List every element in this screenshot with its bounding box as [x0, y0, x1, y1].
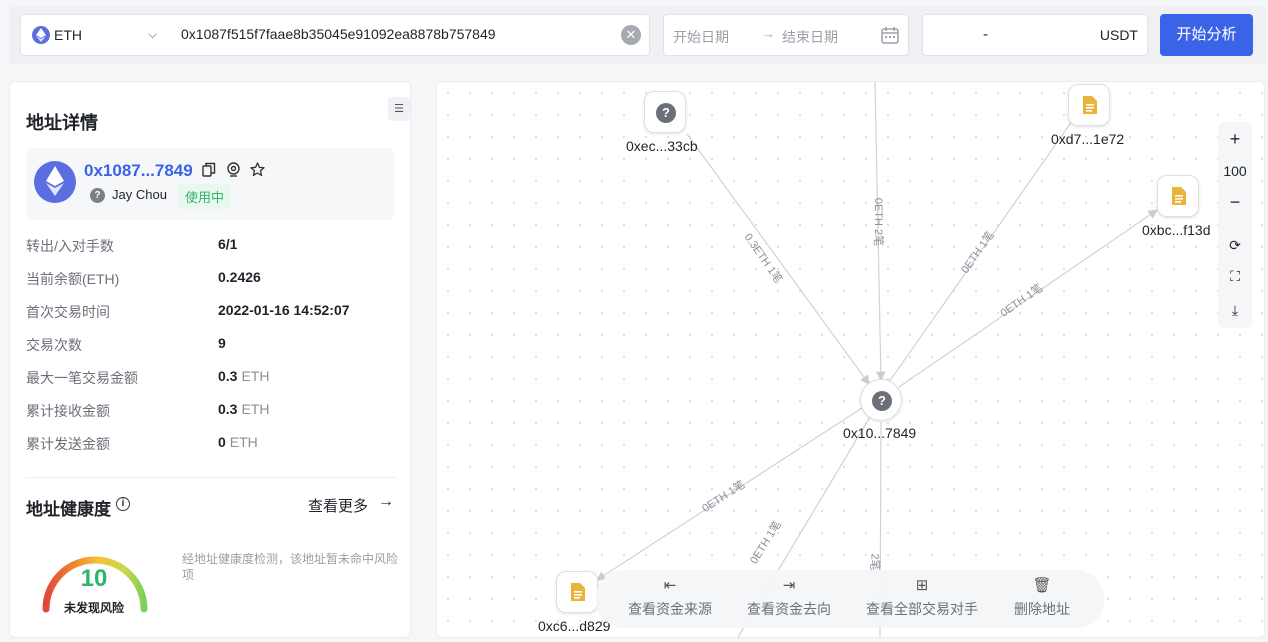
- action-label: 查看资金去向: [747, 601, 831, 617]
- graph-edge: [686, 133, 870, 385]
- amount-unit: USDT: [1099, 27, 1138, 43]
- node-action-bar: ⇤ 查看资金来源 ⇥ 查看资金去向 ⊞ 查看全部交易对手 🗑 删除地址: [596, 570, 1104, 628]
- view-more-link[interactable]: 查看更多: [308, 495, 368, 516]
- watch-icon[interactable]: [226, 162, 241, 180]
- star-icon[interactable]: [250, 162, 265, 180]
- transaction-graph[interactable]: 0.3ETH 1笔 0ETH 2笔 0ETH 1笔 0ETH 1笔 0ETH 1…: [436, 81, 1265, 638]
- view-fund-destination-button[interactable]: ⇥ 查看资金去向: [747, 576, 831, 619]
- info-label: 累计发送金额: [26, 436, 110, 452]
- info-value: 0.3 ETH: [218, 368, 269, 384]
- health-description: 经地址健康度检测，该地址暂未命中风险项: [182, 552, 399, 582]
- date-range-picker[interactable]: 开始日期 → 结束日期: [663, 14, 909, 56]
- zoom-in-icon[interactable]: +: [1218, 129, 1252, 150]
- info-value-number: 6/1: [218, 236, 238, 252]
- zoom-out-icon[interactable]: −: [1218, 192, 1252, 213]
- collapse-panel-icon[interactable]: ☰: [388, 97, 410, 121]
- address-card: 0x1087...7849 ? Jay Chou 使用中: [26, 148, 394, 220]
- health-title: 地址健康度: [26, 500, 111, 519]
- graph-node-contract[interactable]: [1157, 175, 1199, 217]
- outflow-icon: ⇥: [782, 577, 796, 594]
- panel-title: 地址详情: [26, 113, 98, 133]
- eth-icon: [32, 26, 50, 44]
- info-value: 9: [218, 335, 226, 351]
- info-value-number: 2022-01-16 14:52:07: [218, 302, 350, 318]
- node-label[interactable]: 0x10...7849: [843, 425, 916, 441]
- action-label: 删除地址: [1014, 601, 1070, 617]
- graph-node-contract[interactable]: [556, 571, 598, 613]
- info-value-number: 0.3: [218, 368, 238, 384]
- info-value-number: 0.3: [218, 401, 238, 417]
- graph-node-unknown[interactable]: ?: [644, 91, 686, 133]
- node-label[interactable]: 0xd7...1e72: [1051, 131, 1124, 147]
- graph-node-center[interactable]: ?: [860, 379, 902, 421]
- info-unit: ETH: [229, 434, 258, 450]
- reset-icon[interactable]: ⟳: [1218, 237, 1252, 254]
- contract-file-icon: [1083, 96, 1097, 114]
- action-label: 查看资金来源: [628, 601, 712, 617]
- download-icon[interactable]: ⤓: [1218, 302, 1252, 319]
- contract-file-icon: [571, 583, 585, 601]
- chevron-down-icon[interactable]: ⌵: [148, 27, 157, 42]
- address-input[interactable]: [181, 26, 611, 42]
- counterparties-icon: ⊞: [915, 577, 929, 594]
- graph-node-contract[interactable]: [1068, 84, 1110, 126]
- info-value: 0.3 ETH: [218, 401, 269, 417]
- inflow-icon: ⇤: [663, 577, 677, 594]
- info-value-number: 9: [218, 335, 226, 351]
- contract-file-icon: [1172, 187, 1186, 205]
- info-value: 6/1: [218, 236, 237, 252]
- edge-label: 0ETH 2笔: [872, 197, 885, 247]
- edge-label: 2笔: [868, 553, 881, 571]
- amount-filter[interactable]: - USDT: [922, 14, 1148, 56]
- arrow-right-icon[interactable]: →: [378, 493, 394, 511]
- info-unit: ETH: [241, 368, 270, 384]
- info-value: 0 ETH: [218, 434, 258, 450]
- node-label[interactable]: 0xec...33cb: [626, 138, 698, 154]
- info-icon[interactable]: i: [116, 497, 130, 511]
- info-label: 转出/入对手数: [26, 238, 114, 254]
- trash-icon: 🗑: [1032, 577, 1052, 594]
- zoom-toolbar: + 100 − ⟳ ⛶ ⤓: [1218, 122, 1252, 328]
- arrow-right-icon: →: [762, 26, 775, 41]
- start-date-field[interactable]: 开始日期: [673, 27, 729, 47]
- node-label[interactable]: 0xc6...d829: [538, 618, 610, 634]
- info-value: 2022-01-16 14:52:07: [218, 302, 350, 318]
- address-detail-panel: 地址详情 ☰ 0x1087...7849 ? Jay Chou 使用中 转出/入…: [9, 81, 411, 638]
- unknown-address-icon: ?: [656, 103, 676, 123]
- status-badge: 使用中: [178, 184, 232, 209]
- amount-range[interactable]: -: [983, 26, 988, 43]
- info-label: 最大一笔交易金额: [26, 370, 138, 386]
- clear-icon[interactable]: ✕: [621, 25, 641, 45]
- chain-select[interactable]: ETH: [54, 27, 82, 43]
- info-value-number: 0: [218, 434, 226, 450]
- address-link[interactable]: 0x1087...7849: [84, 161, 193, 181]
- address-tag: Jay Chou: [112, 187, 167, 202]
- unknown-tag-icon: ?: [90, 188, 105, 203]
- end-date-field[interactable]: 结束日期: [782, 27, 838, 47]
- copy-icon[interactable]: [202, 162, 216, 180]
- info-label: 当前余额(ETH): [26, 271, 120, 287]
- graph-edges: [595, 82, 1158, 637]
- view-all-counterparties-button[interactable]: ⊞ 查看全部交易对手: [866, 576, 978, 619]
- delete-address-button[interactable]: 🗑 删除地址: [1014, 576, 1070, 619]
- view-fund-source-button[interactable]: ⇤ 查看资金来源: [628, 576, 712, 619]
- health-score: 10: [80, 565, 108, 592]
- analyze-button[interactable]: 开始分析: [1160, 14, 1253, 56]
- info-unit: ETH: [241, 401, 270, 417]
- info-value-number: 0.2426: [218, 269, 261, 285]
- info-label: 交易次数: [26, 337, 82, 353]
- eth-avatar: [34, 161, 76, 203]
- action-label: 查看全部交易对手: [866, 601, 978, 617]
- info-label: 累计接收金额: [26, 403, 110, 419]
- address-search-box: ETH ⌵ ✕: [20, 14, 650, 56]
- node-label[interactable]: 0xbc...f13d: [1142, 222, 1211, 238]
- divider: [26, 477, 396, 478]
- calendar-icon[interactable]: [880, 25, 900, 45]
- fullscreen-icon[interactable]: ⛶: [1218, 268, 1252, 285]
- unknown-address-icon: ?: [872, 391, 892, 411]
- info-label: 首次交易时间: [26, 304, 110, 320]
- info-value: 0.2426: [218, 269, 261, 285]
- risk-label: 未发现风险: [63, 601, 124, 615]
- zoom-level: 100: [1223, 163, 1247, 179]
